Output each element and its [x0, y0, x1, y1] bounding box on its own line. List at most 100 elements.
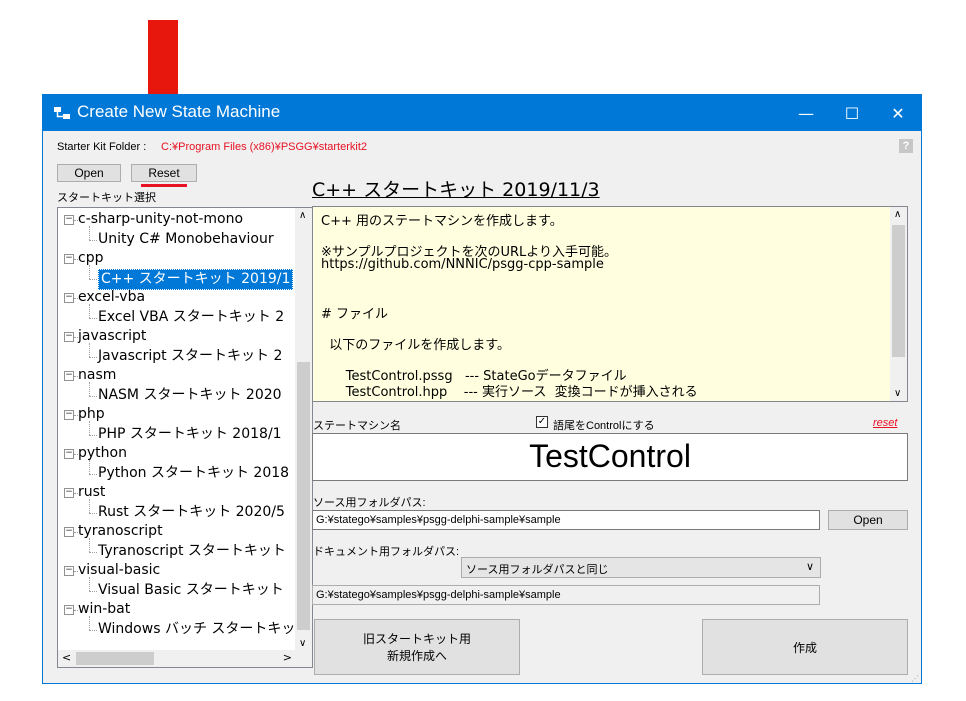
tree-connector	[89, 551, 97, 553]
tree-connector	[89, 381, 90, 396]
tree-kit-item[interactable]: PHP スタートキット 2018/1	[98, 425, 282, 444]
source-folder-label: ソース用フォルダパス:	[313, 497, 426, 509]
resize-grip-icon[interactable]: ⋰	[911, 674, 919, 683]
scroll-down-icon[interactable]: ∨	[299, 638, 306, 649]
tree-kit-item[interactable]: Tyranoscript スタートキット	[98, 542, 286, 561]
collapse-icon[interactable]: −	[64, 215, 74, 225]
tree-connector	[89, 512, 97, 514]
scrollbar-thumb[interactable]	[297, 362, 310, 630]
tree-horizontal-scrollbar[interactable]: < >	[58, 650, 296, 667]
maximize-button[interactable]: ☐	[829, 95, 875, 131]
starter-kit-folder-path: C:¥Program Files (x86)¥PSGG¥starterkit2	[161, 141, 368, 153]
tree-connector	[89, 498, 90, 513]
tree-category-node[interactable]: cpp	[78, 249, 103, 268]
collapse-icon[interactable]: −	[64, 332, 74, 342]
scroll-down-icon[interactable]: ∨	[894, 388, 901, 399]
starter-kit-folder-label: Starter Kit Folder :	[57, 141, 147, 153]
scroll-left-icon[interactable]: <	[62, 651, 71, 664]
collapse-icon[interactable]: −	[64, 410, 74, 420]
tree-connector	[89, 576, 90, 591]
tree-connector	[74, 298, 78, 299]
description-line: 以下のファイルを作成します。	[321, 338, 510, 353]
scroll-up-icon[interactable]: ∧	[299, 210, 306, 221]
description-line: https://github.com/NNNIC/psgg-cpp-sample	[321, 256, 604, 272]
tree-category-node[interactable]: rust	[78, 483, 105, 502]
description-line: C++ 用のステートマシンを作成します。	[321, 214, 563, 229]
tree-kit-item[interactable]: Visual Basic スタートキット	[98, 581, 284, 600]
scroll-corner	[295, 650, 312, 667]
help-icon[interactable]: ?	[899, 139, 913, 153]
tree-kit-item[interactable]: NASM スタートキット 2020	[98, 386, 282, 405]
tree-kit-item[interactable]: C++ スタートキット 2019/1	[98, 268, 294, 290]
reset-name-link[interactable]: reset	[873, 417, 897, 429]
tree-connector	[89, 590, 97, 592]
tree-category-node[interactable]: win-bat	[78, 600, 130, 619]
suffix-checkbox[interactable]: ✓	[536, 416, 548, 428]
tree-category-node[interactable]: tyranoscript	[78, 522, 163, 541]
collapse-icon[interactable]: −	[64, 254, 74, 264]
tree-connector	[89, 615, 90, 630]
collapse-icon[interactable]: −	[64, 293, 74, 303]
tree-kit-item[interactable]: Excel VBA スタートキット 2	[98, 308, 284, 327]
collapse-icon[interactable]: −	[64, 488, 74, 498]
collapse-icon[interactable]: −	[64, 371, 74, 381]
tree-kit-item[interactable]: Unity C# Monobehaviour	[98, 230, 274, 249]
description-scrollbar[interactable]: ∧ ∨	[890, 207, 907, 401]
open-kit-folder-button[interactable]: Open	[57, 164, 121, 182]
tree-connector	[89, 434, 97, 436]
window-title: Create New State Machine	[77, 102, 281, 121]
close-button[interactable]: ✕	[875, 95, 921, 131]
tree-connector	[74, 610, 78, 611]
tree-connector	[89, 356, 97, 358]
tree-connector	[89, 537, 90, 552]
old-kit-create-button[interactable]: 旧スタートキット用 新規作成へ	[314, 619, 520, 675]
hscrollbar-thumb[interactable]	[76, 652, 154, 665]
reset-kit-folder-button[interactable]: Reset	[131, 164, 197, 182]
tree-connector	[74, 259, 78, 260]
tree-connector	[74, 532, 78, 533]
collapse-icon[interactable]: −	[64, 449, 74, 459]
tree-connector	[89, 303, 90, 318]
source-folder-input[interactable]: G:¥statego¥samples¥psgg-delphi-sample¥sa…	[312, 510, 820, 530]
scroll-up-icon[interactable]: ∧	[894, 209, 901, 220]
collapse-icon[interactable]: −	[64, 527, 74, 537]
tree-connector	[74, 337, 78, 338]
state-machine-name-label: ステートマシン名	[313, 420, 401, 432]
title-bar[interactable]: Create New State Machine — ☐ ✕	[43, 95, 921, 131]
tree-connector	[74, 220, 78, 221]
starter-kit-tree[interactable]: c-sharp-unity-not-mono − Unity C# Monobeha…	[57, 207, 313, 668]
minimize-button[interactable]: —	[783, 95, 829, 131]
suffix-checkbox-label[interactable]: 語尾をControlにする	[553, 417, 655, 433]
tree-category-node[interactable]: php	[78, 405, 105, 424]
tree-kit-item[interactable]: Rust スタートキット 2020/5	[98, 503, 285, 522]
document-folder-input[interactable]: G:¥statego¥samples¥psgg-delphi-sample¥sa…	[312, 585, 820, 605]
tree-category-node[interactable]: visual-basic	[78, 561, 160, 580]
source-folder-open-button[interactable]: Open	[828, 510, 908, 530]
tree-kit-item[interactable]: Javascript スタートキット 2	[98, 347, 282, 366]
tree-connector	[89, 317, 97, 319]
reset-underline-annotation	[141, 184, 187, 187]
tree-connector	[74, 454, 78, 455]
tree-connector	[89, 239, 97, 241]
tree-category-node[interactable]: python	[78, 444, 127, 463]
tree-connector	[89, 342, 90, 357]
document-folder-label: ドキュメント用フォルダパス:	[313, 546, 460, 558]
scrollbar-thumb[interactable]	[892, 225, 905, 357]
kit-select-label: スタートキット選択	[57, 192, 156, 204]
document-folder-select-value: ソース用フォルダパスと同じ	[466, 564, 609, 576]
document-folder-select[interactable]: ソース用フォルダパスと同じ ∨	[461, 557, 821, 578]
tree-connector	[89, 278, 97, 280]
tree-category-node[interactable]: nasm	[78, 366, 116, 385]
tree-connector	[89, 395, 97, 397]
create-button[interactable]: 作成	[702, 619, 908, 675]
state-machine-name-input[interactable]: TestControl	[312, 433, 908, 481]
collapse-icon[interactable]: −	[64, 605, 74, 615]
kit-description[interactable]: C++ 用のステートマシンを作成します。 ※サンプルプロジェクトを次のURLより入…	[312, 206, 908, 402]
tree-category-node[interactable]: c-sharp-unity-not-mono	[78, 210, 243, 229]
tree-kit-item[interactable]: Windows バッチ スタートキッ	[98, 620, 295, 639]
collapse-icon[interactable]: −	[64, 566, 74, 576]
tree-kit-item[interactable]: Python スタートキット 2018	[98, 464, 289, 483]
tree-vertical-scrollbar[interactable]: ∧ ∨	[295, 208, 312, 651]
tree-connector	[74, 376, 78, 377]
scroll-right-icon[interactable]: >	[283, 651, 292, 664]
